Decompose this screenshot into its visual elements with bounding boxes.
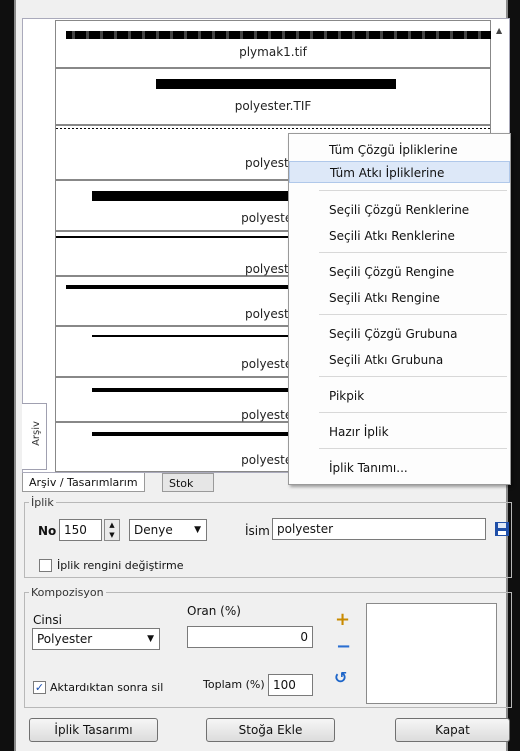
context-menu-item[interactable]: Seçili Çözgü Grubuna: [289, 323, 510, 345]
add-icon[interactable]: +: [335, 609, 350, 630]
menu-separator: [319, 376, 507, 377]
undo-icon[interactable]: ↺: [334, 668, 347, 687]
save-icon[interactable]: [494, 521, 510, 537]
total-input[interactable]: 100: [268, 674, 313, 696]
delete-after-checkbox[interactable]: ✓: [33, 681, 46, 694]
yarn-preview: [156, 79, 396, 89]
chevron-down-icon: ▼: [147, 634, 154, 644]
composition-group-legend: Kompozisyon: [31, 586, 104, 599]
composition-list[interactable]: [366, 603, 497, 704]
unit-select[interactable]: Denye ▼: [129, 519, 207, 541]
chevron-down-icon: ▼: [194, 525, 201, 535]
close-button[interactable]: Kapat: [395, 718, 510, 742]
yarn-preview: [66, 31, 491, 39]
context-menu-item[interactable]: Seçili Atkı Grubuna: [289, 349, 510, 371]
unit-select-value: Denye: [134, 523, 173, 537]
context-menu-item[interactable]: Tüm Atkı İpliklerine: [289, 161, 510, 183]
menu-separator: [319, 190, 507, 191]
menu-separator: [319, 448, 507, 449]
scroll-up-icon[interactable]: ▲: [496, 26, 502, 35]
delete-after-label: Aktardıktan sonra sil: [50, 681, 164, 694]
yarn-row[interactable]: plymak1.tif: [55, 20, 491, 68]
tab-archive-designs[interactable]: Arşiv / Tasarımlarım: [22, 473, 145, 492]
type-select[interactable]: Polyester ▼: [32, 628, 160, 650]
context-menu-item[interactable]: Hazır İplik: [289, 421, 510, 443]
yarn-design-button[interactable]: İplik Tasarımı: [29, 718, 158, 742]
context-menu-item[interactable]: Tüm Çözgü İpliklerine: [289, 139, 510, 161]
no-label: No: [38, 524, 57, 538]
ratio-input[interactable]: 0: [187, 626, 313, 648]
yarn-name: polyester.TIF: [234, 99, 312, 113]
yarn-name: plymak1.tif: [239, 45, 307, 59]
yarn-preview: [56, 128, 491, 129]
context-menu-item[interactable]: Seçili Çözgü Renklerine: [289, 199, 510, 221]
total-label: Toplam (%): [203, 678, 265, 691]
context-menu-item[interactable]: İplik Tanımı...: [289, 457, 510, 479]
name-label: İsim: [245, 524, 270, 538]
menu-separator: [319, 412, 507, 413]
menu-separator: [319, 314, 507, 315]
yarn-row[interactable]: polyester.TIF: [55, 68, 491, 125]
type-select-value: Polyester: [37, 632, 93, 646]
name-input[interactable]: polyester: [272, 518, 486, 540]
ratio-label: Oran (%): [187, 604, 241, 618]
no-stepper[interactable]: ▲ ▼: [104, 519, 120, 541]
remove-icon[interactable]: −: [336, 636, 351, 657]
no-input[interactable]: 150: [59, 519, 102, 541]
yarn-group-legend: İplik: [31, 496, 54, 509]
type-label: Cinsi: [33, 613, 62, 627]
archive-side-tab[interactable]: Arşiv: [22, 403, 47, 470]
menu-separator: [319, 252, 507, 253]
tab-stock[interactable]: Stok: [162, 473, 214, 492]
context-menu-item[interactable]: Seçili Atkı Rengine: [289, 287, 510, 309]
context-menu-item[interactable]: Seçili Atkı Renklerine: [289, 225, 510, 247]
context-menu-item[interactable]: Pikpik: [289, 385, 510, 407]
context-menu: Tüm Çözgü İpliklerine Tüm Atkı İpliklerin…: [288, 133, 511, 485]
archive-side-tab-label: Arşiv: [30, 421, 42, 446]
keep-color-checkbox[interactable]: [39, 559, 52, 572]
keep-color-label: İplik rengini değiştirme: [57, 559, 184, 572]
context-menu-item[interactable]: Seçili Çözgü Rengine: [289, 261, 510, 283]
add-to-stock-button[interactable]: Stoğa Ekle: [206, 718, 335, 742]
